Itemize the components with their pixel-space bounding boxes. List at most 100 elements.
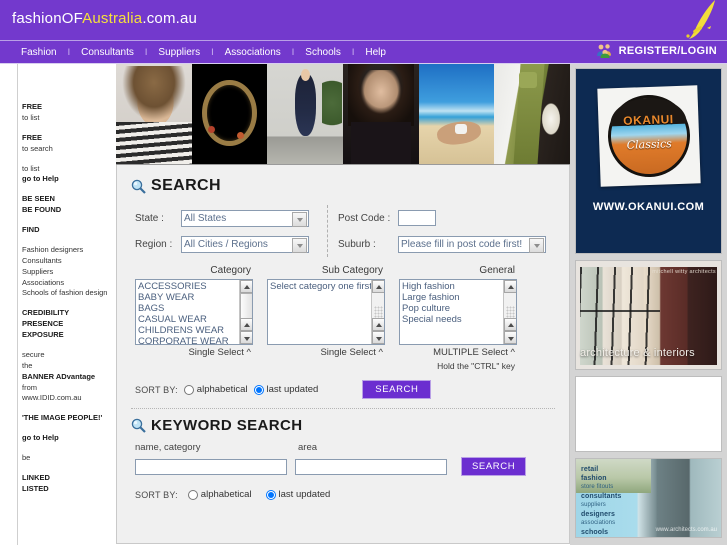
- postcode-fields: Post Code : Suburb : Please fill in post…: [338, 205, 557, 257]
- sort-alphabetical-radio[interactable]: [183, 384, 194, 395]
- list-item[interactable]: BAGS: [138, 303, 252, 314]
- general-scrollbar[interactable]: [503, 280, 516, 344]
- sidebar-text-block: go to Help: [22, 433, 112, 444]
- sidebar-text-block: CREDIBILITY PRESENCE EXPOSURE: [22, 308, 112, 341]
- sidebar-text-block: BE SEEN BE FOUND: [22, 194, 112, 216]
- sidebar-text-block: FREE to list: [22, 102, 112, 124]
- sidebar-text-line: LISTED: [22, 483, 49, 493]
- general-list[interactable]: High fashion Large fashion Pop culture Spec…: [400, 280, 516, 325]
- magnifier-icon: [131, 418, 146, 433]
- keyword-sort-alphabetical-option[interactable]: alphabetical: [187, 489, 252, 500]
- register-login-button[interactable]: REGISTER/LOGIN: [596, 43, 717, 58]
- scroll-up-icon[interactable]: [504, 280, 516, 293]
- scroll-inner-down-icon[interactable]: [240, 318, 252, 331]
- sidebar-text-line: Suppliers: [22, 266, 54, 276]
- keyword-name-input[interactable]: [135, 458, 287, 475]
- sidebar-text-block: to list go to Help: [22, 164, 112, 186]
- site-logo[interactable]: fashionOFAustralia.com.au: [12, 10, 197, 27]
- main-content: SEARCH State : All States Region : All C…: [116, 64, 570, 545]
- banner-photo-4: [343, 64, 419, 164]
- left-sidebar-text: FREE to list FREE to search to list go to Hel…: [18, 64, 116, 545]
- sidebar-text-line: Fashion designers: [22, 244, 84, 254]
- nav-item-schools[interactable]: Schools: [294, 47, 352, 58]
- suburb-select[interactable]: Please fill in post code first!: [398, 235, 546, 253]
- architecture-firm-name: mitchell witty architects: [652, 269, 716, 275]
- scroll-down-icon[interactable]: [372, 331, 384, 344]
- scroll-inner-down-icon[interactable]: [372, 318, 384, 331]
- suburb-row: Suburb : Please fill in post code first!: [338, 231, 557, 257]
- region-label: Region :: [135, 238, 173, 250]
- ad-bottom-banner[interactable]: retail fashion store fitouts consultants sup…: [575, 458, 722, 538]
- nav-item-fashion[interactable]: Fashion: [10, 47, 68, 58]
- list-item[interactable]: CASUAL WEAR: [138, 314, 252, 325]
- sidebar-text-block: be: [22, 453, 112, 464]
- category-column: Category ACCESSORIES BABY WEAR BAGS CASUAL …: [135, 265, 253, 371]
- keyword-sort-row: SORT BY: alphabetical last updated: [135, 489, 557, 500]
- banner-photo-1: [116, 64, 192, 164]
- subcategory-scrollbar[interactable]: [371, 280, 384, 344]
- sidebar-text-line: go to Help: [22, 433, 59, 443]
- keyword-sort-alphabetical-radio[interactable]: [187, 489, 198, 500]
- subcategory-heading: Sub Category: [321, 265, 383, 276]
- keyword-search-button[interactable]: SEARCH: [461, 457, 527, 476]
- list-item[interactable]: Select category one first: [270, 281, 384, 292]
- list-item[interactable]: CHILDRENS WEAR: [138, 325, 252, 336]
- list-item[interactable]: CORPORATE WEAR: [138, 336, 252, 344]
- category-listbox[interactable]: ACCESSORIES BABY WEAR BAGS CASUAL WEAR CHILD…: [135, 279, 253, 345]
- category-heading: Category: [210, 265, 251, 276]
- scroll-down-icon[interactable]: [504, 331, 516, 344]
- subcategory-listbox[interactable]: Select category one first: [267, 279, 385, 345]
- sidebar-text-block: secure the BANNER ADvantage from www.IDID.co…: [22, 350, 112, 404]
- list-item[interactable]: Pop culture: [402, 303, 516, 314]
- nav-item-consultants[interactable]: Consultants: [70, 47, 145, 58]
- scroll-inner-down-icon[interactable]: [504, 318, 516, 331]
- region-select-wrap: All Cities / Regions: [181, 235, 309, 253]
- bottom-ad-text-line: suppliers: [581, 502, 606, 508]
- search-panel: SEARCH State : All States Region : All C…: [116, 165, 570, 544]
- list-item[interactable]: Special needs: [402, 314, 516, 325]
- okanui-label-graphic: OKANUI Classics: [596, 85, 701, 187]
- suburb-label: Suburb :: [338, 238, 376, 250]
- general-listbox[interactable]: High fashion Large fashion Pop culture Spec…: [399, 279, 517, 345]
- nav-item-help[interactable]: Help: [354, 47, 397, 58]
- ad-okanui[interactable]: OKANUI Classics WWW.OKANUI.COM: [575, 68, 722, 254]
- postcode-input[interactable]: [398, 210, 436, 226]
- ad-empty-slot[interactable]: [575, 376, 722, 452]
- sort-alphabetical-option[interactable]: alphabetical: [183, 384, 248, 395]
- category-scrollbar[interactable]: [239, 280, 252, 344]
- keyword-sort-lastupdated-radio[interactable]: [265, 489, 276, 500]
- list-item[interactable]: Large fashion: [402, 292, 516, 303]
- list-item[interactable]: ACCESSORIES: [138, 281, 252, 292]
- sidebar-text-block: Fashion designers Consultants Suppliers Ass…: [22, 245, 112, 299]
- sidebar-text-block: FREE to search: [22, 133, 112, 155]
- advertisement-column: OKANUI Classics WWW.OKANUI.COM mitchell …: [570, 64, 727, 545]
- nav-item-suppliers[interactable]: Suppliers: [147, 47, 211, 58]
- list-item[interactable]: High fashion: [402, 281, 516, 292]
- search-heading: SEARCH: [131, 177, 557, 195]
- sort-label: SORT BY:: [135, 384, 178, 395]
- nav-links: Fashion I Consultants I Suppliers I Asso…: [0, 47, 397, 58]
- keyword-area-input[interactable]: [295, 458, 447, 475]
- keyword-sort-lastupdated-option[interactable]: last updated: [265, 489, 330, 500]
- region-select[interactable]: All Cities / Regions: [181, 235, 309, 253]
- search-button[interactable]: SEARCH: [362, 380, 432, 399]
- category-list[interactable]: ACCESSORIES BABY WEAR BAGS CASUAL WEAR CHILD…: [136, 280, 252, 344]
- region-row: Region : All Cities / Regions: [135, 231, 327, 257]
- subcategory-list[interactable]: Select category one first: [268, 280, 384, 292]
- nav-item-associations[interactable]: Associations: [214, 47, 292, 58]
- sort-lastupdated-label: last updated: [266, 384, 319, 395]
- bottom-ad-text-list: retail fashion store fitouts consultants sup…: [581, 465, 621, 537]
- sort-lastupdated-option[interactable]: last updated: [253, 384, 319, 395]
- general-hint: Hold the "CTRL" key: [437, 361, 515, 371]
- scroll-up-icon[interactable]: [372, 280, 384, 293]
- scroll-up-icon[interactable]: [240, 280, 252, 293]
- list-item[interactable]: BABY WEAR: [138, 292, 252, 303]
- ad-architecture[interactable]: mitchell witty architects architecture &…: [575, 260, 722, 370]
- bottom-ad-text-line: designers: [581, 511, 615, 518]
- scroll-down-icon[interactable]: [240, 331, 252, 344]
- sidebar-text-line: BANNER ADvantage: [22, 371, 96, 381]
- keyword-name-label: name, category: [135, 442, 201, 453]
- sidebar-text-line: www.IDID.com.au: [22, 393, 82, 403]
- sort-lastupdated-radio[interactable]: [253, 384, 264, 395]
- state-select[interactable]: All States: [181, 209, 309, 227]
